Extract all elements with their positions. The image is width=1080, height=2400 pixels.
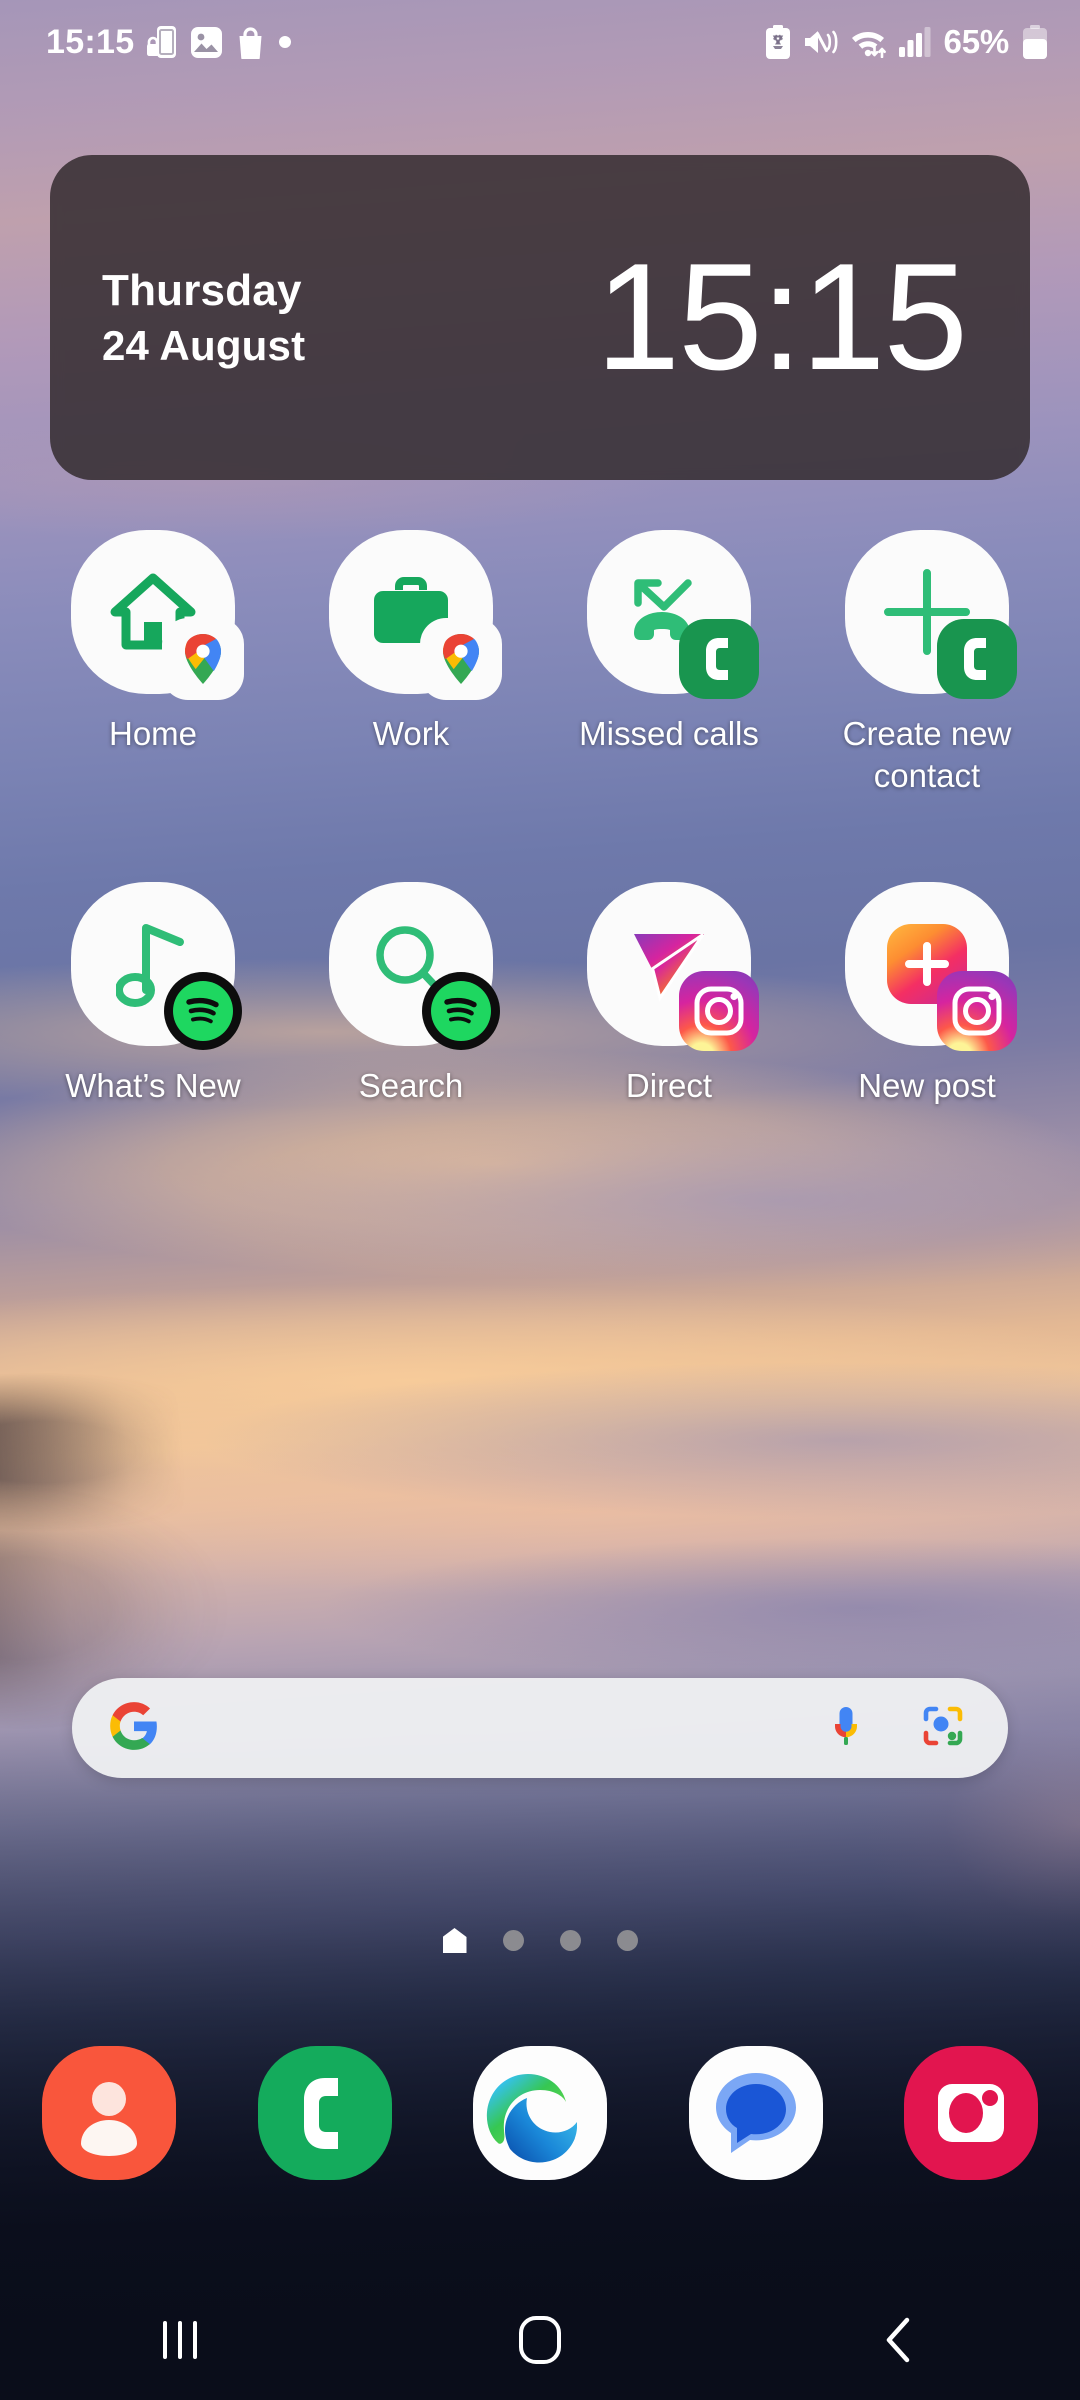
app-icon-wrap	[587, 530, 759, 699]
dock-item-contacts[interactable]	[42, 2046, 176, 2180]
battery-care-icon	[765, 25, 790, 59]
status-bar-clock: 15:15	[46, 22, 135, 61]
page-dot-4[interactable]	[616, 1930, 638, 1951]
app-icon-wrap	[587, 882, 759, 1052]
back-icon[interactable]	[825, 2295, 975, 2385]
app-icon-wrap	[329, 882, 500, 1051]
app-label: Direct	[625, 1067, 713, 1105]
instagram-icon	[678, 970, 760, 1052]
app-label: Work	[372, 715, 450, 752]
dock-item-messages[interactable]	[688, 2046, 823, 2180]
clock-widget[interactable]: Thursday 24 August 15:15	[50, 155, 1030, 480]
google-lens-icon[interactable]	[920, 1703, 966, 1754]
wifi-data-icon	[851, 32, 886, 58]
battery-percent-label: 65%	[943, 23, 1010, 60]
page-dot-2[interactable]	[502, 1930, 524, 1951]
battery-icon	[1023, 25, 1047, 59]
clock-widget-weekday: Thursday	[102, 266, 302, 316]
microphone-icon[interactable]	[824, 1702, 868, 1755]
app-icon-wrap	[71, 530, 244, 700]
spotify-icon	[162, 970, 244, 1052]
app-label: New post	[858, 1067, 996, 1105]
instagram-icon	[936, 970, 1018, 1052]
app-icon-wrap	[71, 882, 242, 1051]
app-icon-wrap	[329, 530, 502, 700]
google-search-bar[interactable]	[72, 1678, 1008, 1778]
navigation-bar	[0, 2280, 1080, 2400]
recents-icon[interactable]	[105, 2295, 255, 2385]
search-bar-actions	[824, 1702, 966, 1755]
signal-bars-icon	[898, 27, 931, 57]
app-shortcut-new-post[interactable]: New post	[798, 882, 1056, 1107]
status-bar-right: 65%	[764, 23, 1050, 61]
app-label: Missed calls	[579, 715, 759, 752]
clock-widget-date: Thursday 24 August	[102, 265, 305, 370]
samsung-contacts-icon	[936, 618, 1018, 700]
app-shortcut-whats-new[interactable]: What’s New	[24, 882, 282, 1107]
page-indicator[interactable]	[0, 1928, 1080, 1953]
google-maps-icon	[420, 618, 502, 700]
dock-item-camera[interactable]	[904, 2046, 1038, 2180]
clock-widget-daymonth: 24 August	[102, 321, 306, 369]
app-shortcut-home[interactable]: Home	[24, 530, 282, 796]
status-bar-left: 15:15	[46, 23, 292, 62]
app-shortcut-missed-calls[interactable]: Missed calls	[540, 530, 798, 796]
dock-item-phone[interactable]	[257, 2046, 392, 2180]
dot-icon	[279, 36, 292, 48]
dock	[0, 2046, 1080, 2180]
app-shortcut-direct[interactable]: Direct	[540, 882, 798, 1107]
app-shortcut-work[interactable]: Work	[282, 530, 540, 796]
google-g-icon	[108, 1700, 160, 1757]
clock-widget-time: 15:15	[595, 231, 968, 402]
app-label: What’s New	[65, 1067, 241, 1105]
app-shortcut-grid: Home Work Missed calls Create new contac…	[0, 530, 1080, 1107]
app-label: Home	[108, 715, 198, 752]
app-grid-row-2: What’s New Search Direct New post	[0, 882, 1080, 1107]
google-maps-icon	[162, 618, 244, 700]
secure-phone-icon	[147, 26, 177, 58]
app-grid-row-1: Home Work Missed calls Create new contac…	[0, 530, 1080, 796]
spotify-icon	[420, 970, 502, 1052]
mute-vibrate-icon	[804, 30, 838, 54]
gallery-icon	[191, 26, 223, 58]
status-bar[interactable]: 15:15 65%	[0, 0, 1080, 84]
page-dot-home-current[interactable]	[442, 1928, 467, 1953]
app-shortcut-create-new-contact[interactable]: Create new contact	[798, 530, 1056, 796]
shopping-bag-icon	[239, 26, 262, 59]
home-nav-icon[interactable]	[465, 2295, 615, 2385]
page-dot-3[interactable]	[559, 1930, 581, 1951]
app-icon-wrap	[845, 882, 1017, 1052]
samsung-contacts-icon	[678, 618, 760, 700]
app-icon-wrap	[845, 530, 1017, 699]
app-label: Create new contact	[842, 715, 1012, 794]
app-shortcut-search[interactable]: Search	[282, 882, 540, 1107]
app-label: Search	[358, 1067, 464, 1105]
dock-item-edge[interactable]	[473, 2046, 607, 2180]
